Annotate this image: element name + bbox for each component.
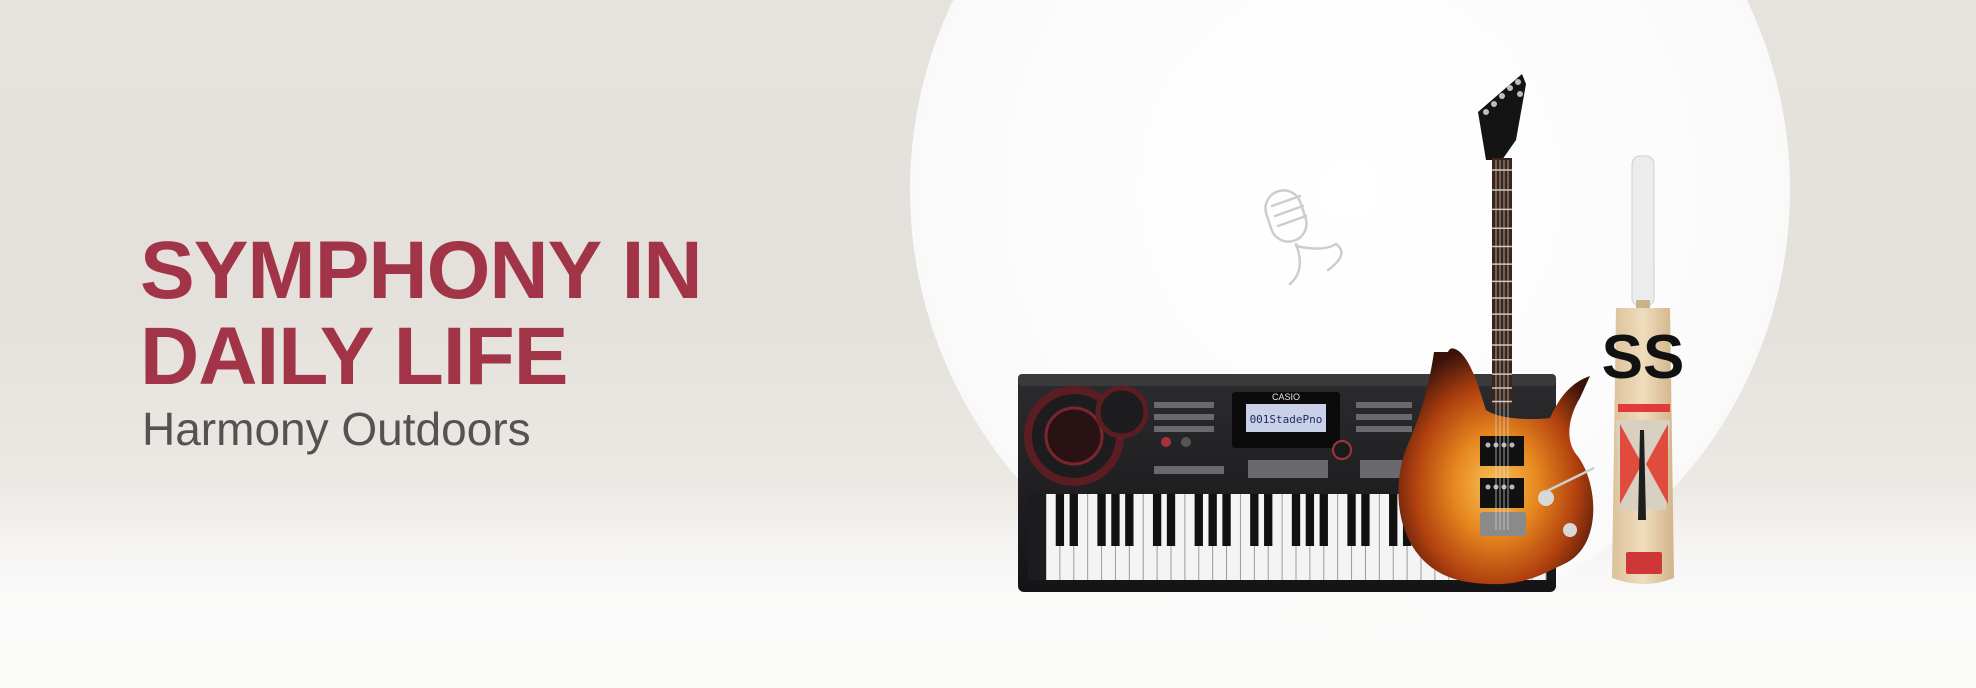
black-key [1069,494,1078,546]
electric-guitar-image [1398,74,1595,585]
black-key [1194,494,1203,546]
black-key [1305,494,1315,546]
black-key [1152,494,1162,546]
keyboard-brand: CASIO [1272,392,1300,402]
black-key [1097,494,1106,546]
keyboard-display-text: 001StadePno [1250,413,1323,426]
black-key [1361,494,1370,546]
product-illustration: 001StadePno CASIO SS [1018,74,1685,592]
black-key [1111,494,1120,546]
microphone-icon [1264,189,1343,286]
cricket-bat-image: SS [1602,155,1685,584]
black-key [1055,494,1065,546]
black-key [1250,494,1259,546]
black-key [1291,494,1301,546]
black-key [1208,494,1217,546]
black-key [1264,494,1273,546]
black-key [1166,494,1176,546]
black-key [1125,494,1134,546]
black-key [1389,494,1398,546]
bat-brand-logo: SS [1602,323,1685,392]
black-key [1222,494,1231,546]
black-key [1347,494,1356,546]
black-key [1319,494,1328,546]
